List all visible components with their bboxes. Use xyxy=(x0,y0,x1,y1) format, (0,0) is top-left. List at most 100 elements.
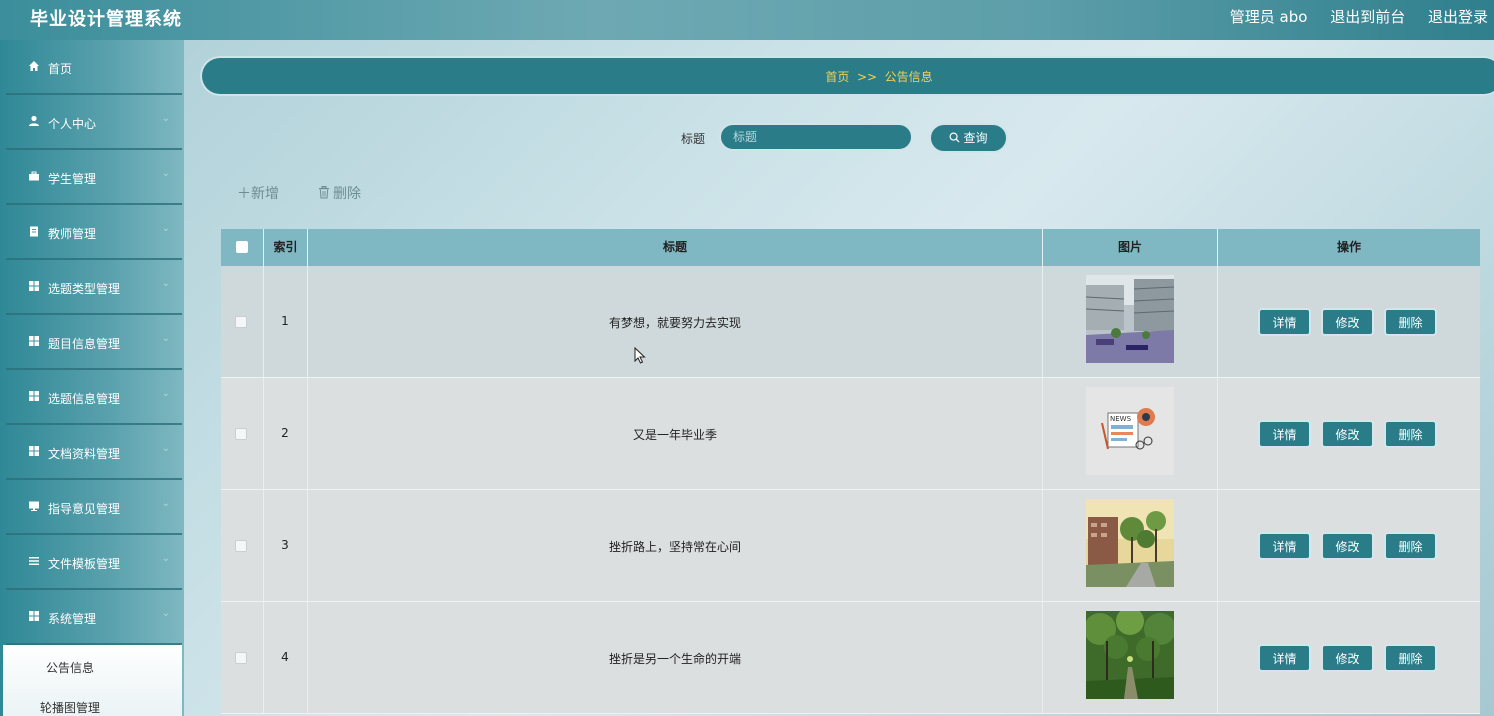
search-button-label: 查询 xyxy=(963,131,988,145)
sidebar-item-home[interactable]: 首页 xyxy=(0,40,184,95)
sidebar-item-selection-info[interactable]: 选题信息管理 ⌄ xyxy=(0,370,184,425)
briefcase-icon xyxy=(29,171,39,181)
sidebar-item-label: 文件模板管理 xyxy=(48,557,121,571)
detail-button[interactable]: 详情 xyxy=(1258,532,1311,560)
edit-button[interactable]: 修改 xyxy=(1321,532,1374,560)
search-input[interactable] xyxy=(719,123,913,151)
row-image-cell xyxy=(1043,602,1218,714)
row-checkbox[interactable] xyxy=(235,428,247,440)
sidebar-item-teacher[interactable]: 教师管理 ⌄ xyxy=(0,205,184,260)
row-image-cell xyxy=(1043,266,1218,378)
mouse-cursor-icon xyxy=(634,347,646,364)
header-index: 索引 xyxy=(264,229,308,266)
sidebar-item-student[interactable]: 学生管理 ⌄ xyxy=(0,150,184,205)
sidebar-item-label: 选题信息管理 xyxy=(48,392,121,406)
sidebar-item-documents[interactable]: 文档资料管理 ⌄ xyxy=(0,425,184,480)
trash-icon xyxy=(319,186,329,199)
row-select-cell xyxy=(221,266,264,378)
submenu-item-carousel[interactable]: 轮播图管理 xyxy=(40,699,100,716)
row-ops-cell: 详情 修改 删除 xyxy=(1218,490,1480,602)
grid-icon xyxy=(29,281,39,291)
sidebar-item-label: 选题类型管理 xyxy=(48,282,121,296)
campus-trees-image xyxy=(1086,499,1174,587)
search-button[interactable]: 查询 xyxy=(929,123,1008,153)
chevron-down-icon: ⌄ xyxy=(161,608,170,619)
table-row: 1 有梦想，就要努力去实现 详情 修改 删除 xyxy=(221,266,1480,378)
sidebar-item-label: 个人中心 xyxy=(48,117,97,131)
batch-delete-button[interactable]: 删除 xyxy=(318,183,361,203)
chevron-down-icon: ⌄ xyxy=(161,498,170,509)
building-courtyard-image xyxy=(1086,275,1174,363)
row-index-cell: 3 xyxy=(264,490,308,602)
sidebar-item-label: 教师管理 xyxy=(48,227,97,241)
header-image: 图片 xyxy=(1043,229,1218,266)
clipboard-icon xyxy=(30,226,38,237)
breadcrumb-text[interactable]: 首页 >> 公告信息 xyxy=(202,68,1494,85)
chevron-down-icon: ⌄ xyxy=(161,223,170,234)
row-title-cell: 挫折路上，坚持常在心间 xyxy=(308,490,1043,602)
app-title: 毕业设计管理系统 xyxy=(30,9,182,30)
edit-button[interactable]: 修改 xyxy=(1321,644,1374,672)
row-checkbox[interactable] xyxy=(235,540,247,552)
delete-button[interactable]: 删除 xyxy=(1384,644,1437,672)
edit-button[interactable]: 修改 xyxy=(1321,308,1374,336)
sidebar-item-label: 首页 xyxy=(48,62,73,76)
row-index: 4 xyxy=(281,650,289,664)
detail-button[interactable]: 详情 xyxy=(1258,644,1311,672)
row-title-cell: 挫折是另一个生命的开端 xyxy=(308,602,1043,714)
back-to-front-link[interactable]: 退出到前台 xyxy=(1330,8,1405,26)
header-operations: 操作 xyxy=(1336,240,1361,254)
row-index: 3 xyxy=(281,538,289,552)
detail-button[interactable]: 详情 xyxy=(1258,308,1311,336)
plus-icon: ＋ xyxy=(237,186,251,202)
row-title: 又是一年毕业季 xyxy=(632,428,717,442)
row-title: 有梦想，就要努力去实现 xyxy=(608,316,741,330)
row-ops-cell: 详情 修改 删除 xyxy=(1218,378,1480,490)
chevron-down-icon: ⌄ xyxy=(161,278,170,289)
grid-icon xyxy=(29,336,39,346)
row-index: 2 xyxy=(281,426,289,440)
row-title-cell: 有梦想，就要努力去实现 xyxy=(308,266,1043,378)
sidebar-item-label: 指导意见管理 xyxy=(48,502,121,516)
delete-button[interactable]: 删除 xyxy=(1384,420,1437,448)
search-icon xyxy=(949,132,960,143)
top-bar: 毕业设计管理系统 管理员 abo 退出到前台 退出登录 xyxy=(0,0,1494,40)
row-select-cell xyxy=(221,602,264,714)
edit-button[interactable]: 修改 xyxy=(1321,420,1374,448)
delete-button[interactable]: 删除 xyxy=(1384,308,1437,336)
row-checkbox[interactable] xyxy=(235,316,247,328)
sidebar-item-label: 系统管理 xyxy=(48,612,97,626)
sidebar-item-personal-center[interactable]: 个人中心 ⌄ xyxy=(0,95,184,150)
detail-button[interactable]: 详情 xyxy=(1258,420,1311,448)
add-button[interactable]: ＋新增 xyxy=(237,183,279,203)
delete-label: 删除 xyxy=(333,186,361,202)
row-index-cell: 1 xyxy=(264,266,308,378)
system-submenu: 公告信息 轮播图管理 xyxy=(3,645,182,716)
sidebar-item-guidance[interactable]: 指导意见管理 ⌄ xyxy=(0,480,184,535)
chevron-down-icon: ⌄ xyxy=(161,388,170,399)
sidebar-item-system[interactable]: 系统管理 ⌄ xyxy=(0,590,184,645)
grid-icon xyxy=(29,446,39,456)
row-index-cell: 2 xyxy=(264,378,308,490)
add-label: 新增 xyxy=(251,186,279,202)
sidebar-item-templates[interactable]: 文件模板管理 ⌄ xyxy=(0,535,184,590)
sidebar-item-label: 题目信息管理 xyxy=(48,337,121,351)
news-illustration-image: NEWS xyxy=(1086,387,1174,475)
chevron-down-icon: ⌄ xyxy=(161,113,170,124)
row-checkbox[interactable] xyxy=(235,652,247,664)
sidebar-item-topic-type[interactable]: 选题类型管理 ⌄ xyxy=(0,260,184,315)
announcement-table: 索引 标题 图片 操作 1 有梦想，就要努力去实现 详情 修改 删除 2 又是一… xyxy=(221,229,1480,716)
user-label: 管理员 abo xyxy=(1229,8,1308,26)
header-select-all xyxy=(221,229,264,266)
chevron-down-icon: ⌄ xyxy=(161,333,170,344)
row-select-cell xyxy=(221,378,264,490)
logout-link[interactable]: 退出登录 xyxy=(1428,8,1488,26)
sidebar-item-label: 学生管理 xyxy=(48,172,97,186)
select-all-checkbox[interactable] xyxy=(236,241,248,253)
submenu-item-announcements[interactable]: 公告信息 xyxy=(46,659,94,676)
delete-button[interactable]: 删除 xyxy=(1384,532,1437,560)
sidebar-item-label: 文档资料管理 xyxy=(48,447,121,461)
grid-icon xyxy=(29,611,39,621)
grid-icon xyxy=(29,391,39,401)
sidebar-item-topic-info[interactable]: 题目信息管理 ⌄ xyxy=(0,315,184,370)
